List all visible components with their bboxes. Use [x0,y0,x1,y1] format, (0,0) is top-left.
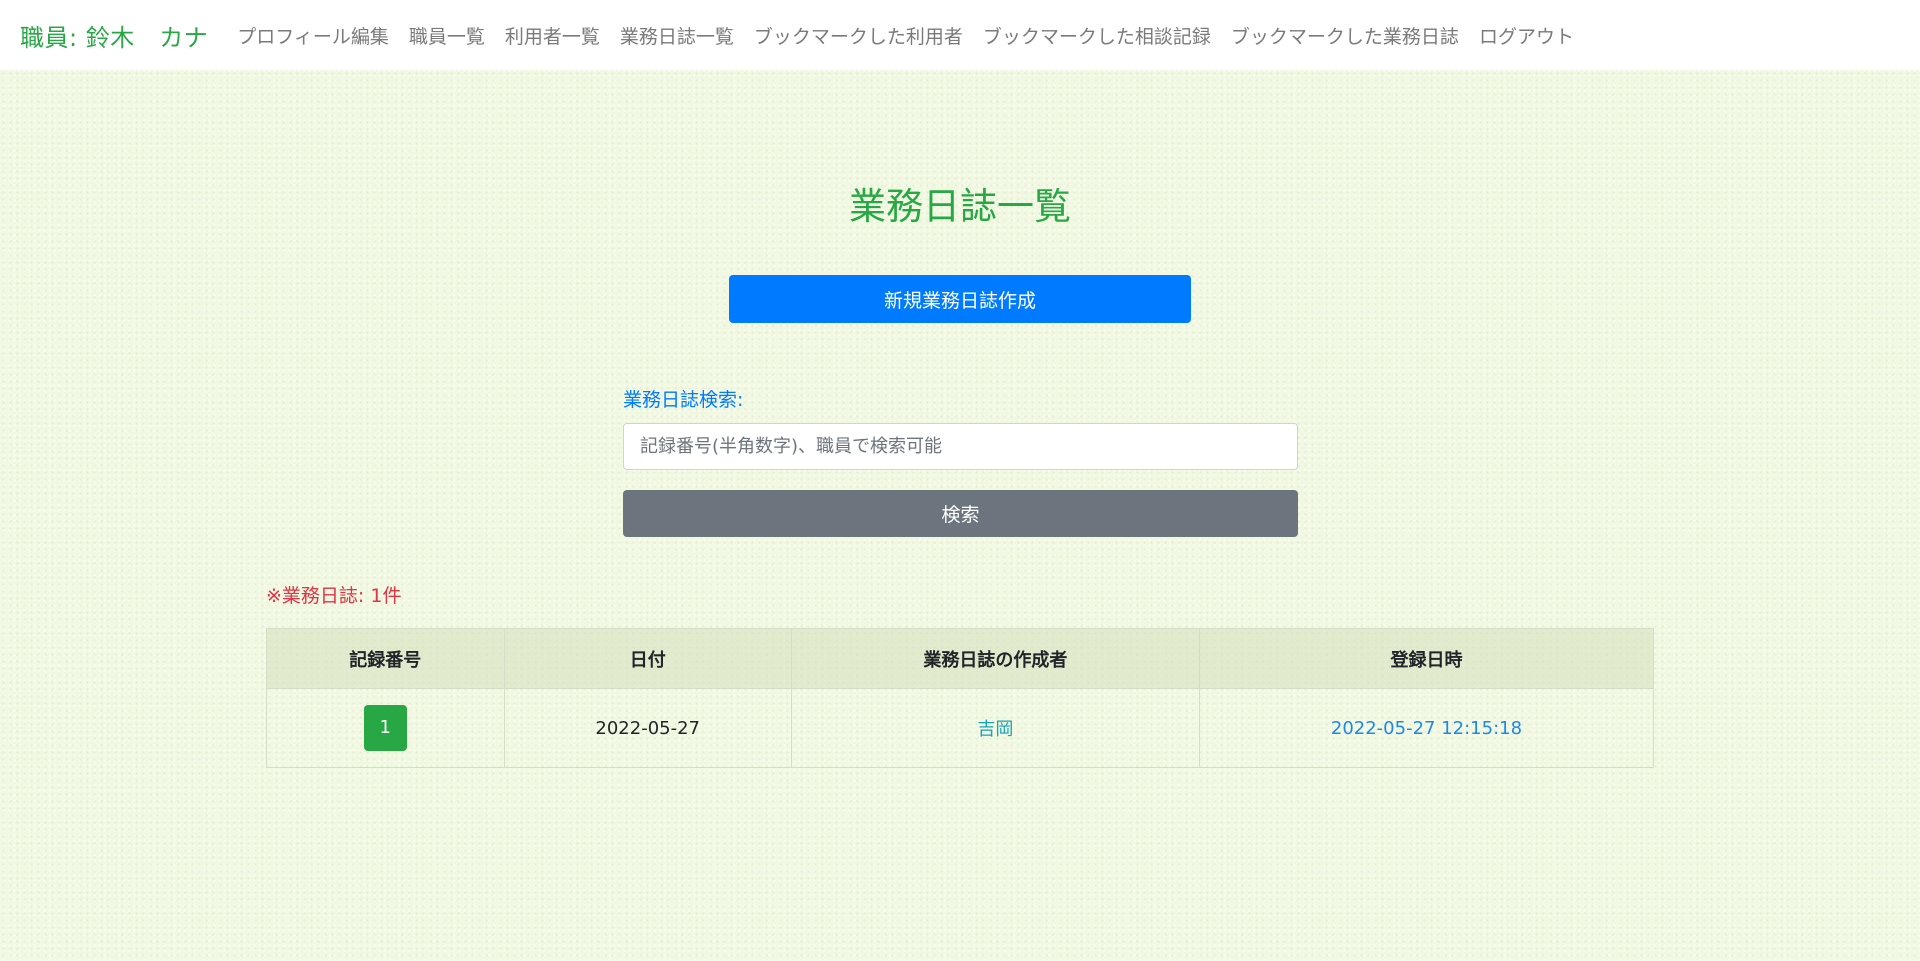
navbar-brand-staff-name[interactable]: 職員: 鈴木 カナ [20,18,208,53]
record-number-badge[interactable]: 1 [363,705,407,751]
cell-date: 2022-05-27 [503,688,792,768]
search-button[interactable]: 検索 [623,490,1298,537]
header-registered-at: 登録日時 [1198,628,1655,689]
page-title: 業務日誌一覧 [849,185,1071,228]
cell-record-number: 1 [266,688,505,768]
cell-author: 吉岡 [790,688,1200,768]
table-header-row: 記録番号 日付 業務日誌の作成者 登録日時 [266,628,1655,689]
author-link[interactable]: 吉岡 [977,719,1013,740]
search-label: 業務日誌検索: [623,389,744,411]
search-input[interactable] [623,423,1298,470]
nav-link-work-log-list[interactable]: 業務日誌一覧 [620,22,734,49]
nav-link-bookmarked-users[interactable]: ブックマークした利用者 [754,22,963,49]
nav-link-bookmarked-consultations[interactable]: ブックマークした相談記録 [983,22,1211,49]
top-navbar: 職員: 鈴木 カナ プロフィール編集 職員一覧 利用者一覧 業務日誌一覧 ブック… [0,0,1920,70]
registered-at-link[interactable]: 2022-05-27 12:15:18 [1331,718,1522,739]
nav-link-staff-list[interactable]: 職員一覧 [409,22,485,49]
nav-link-user-list[interactable]: 利用者一覧 [505,22,600,49]
work-log-table: 記録番号 日付 業務日誌の作成者 登録日時 1 2022-05-27 吉岡 20… [266,628,1655,768]
header-date: 日付 [503,628,792,689]
result-count-note: ※業務日誌: 1件 [266,585,402,607]
header-record-number: 記録番号 [266,628,505,689]
new-work-log-button[interactable]: 新規業務日誌作成 [729,275,1191,323]
header-author: 業務日誌の作成者 [790,628,1200,689]
cell-registered-at: 2022-05-27 12:15:18 [1198,688,1655,768]
table-row: 1 2022-05-27 吉岡 2022-05-27 12:15:18 [266,688,1655,768]
nav-link-bookmarked-work-logs[interactable]: ブックマークした業務日誌 [1231,22,1459,49]
nav-link-logout[interactable]: ログアウト [1479,22,1574,49]
nav-link-profile-edit[interactable]: プロフィール編集 [237,22,389,49]
